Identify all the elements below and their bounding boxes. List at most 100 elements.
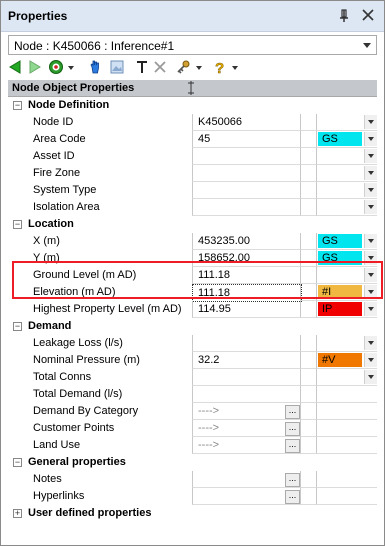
category-user-defined-properties[interactable]: + User defined properties — [8, 505, 377, 522]
property-value[interactable] — [192, 182, 301, 199]
property-name: Demand By Category — [33, 405, 139, 417]
row-leakage-loss[interactable]: Leakage Loss (l/s) — [8, 335, 377, 352]
row-hyperlinks[interactable]: Hyperlinks ... — [8, 488, 377, 505]
row-land-use[interactable]: Land Use ---->... — [8, 437, 377, 454]
help-dropdown-arrow[interactable] — [232, 66, 238, 70]
meta-cell[interactable] — [316, 199, 377, 216]
ellipsis-button[interactable]: ... — [285, 490, 300, 504]
property-value[interactable] — [192, 148, 301, 165]
spacer-cell — [300, 352, 317, 369]
meta-cell — [316, 471, 377, 488]
property-value[interactable]: 453235.00 — [192, 233, 301, 250]
chevron-down-icon[interactable] — [364, 166, 377, 180]
spacer-cell — [300, 471, 317, 488]
row-fire-zone[interactable]: Fire Zone — [8, 165, 377, 182]
chevron-down-icon[interactable] — [364, 115, 377, 129]
chevron-down-icon[interactable] — [364, 132, 377, 146]
delete-x-icon[interactable] — [151, 58, 169, 76]
expand-icon[interactable]: + — [13, 509, 22, 518]
collapse-icon[interactable]: − — [13, 220, 22, 229]
chevron-down-icon[interactable] — [364, 353, 377, 367]
image-icon[interactable] — [108, 58, 126, 76]
value-text: 32.2 — [198, 354, 220, 366]
chevron-down-icon[interactable] — [364, 149, 377, 163]
text-tool-icon[interactable] — [133, 58, 151, 76]
chevron-down-icon[interactable] — [364, 234, 377, 248]
close-icon[interactable] — [360, 7, 376, 23]
property-value[interactable] — [192, 369, 301, 386]
property-name: Hyperlinks — [33, 490, 85, 502]
meta-cell[interactable] — [316, 148, 377, 165]
pin-icon[interactable] — [336, 8, 352, 24]
meta-cell[interactable]: IP — [316, 301, 377, 318]
chevron-down-icon[interactable] — [364, 370, 377, 384]
row-area-code[interactable]: Area Code 45 GS — [8, 131, 377, 148]
target-dropdown-arrow[interactable] — [68, 66, 74, 70]
column-resize-handle[interactable] — [187, 80, 195, 96]
property-value[interactable] — [192, 165, 301, 182]
row-total-conns[interactable]: Total Conns — [8, 369, 377, 386]
object-selector-dropdown[interactable]: Node : K450066 : Inference#1 — [8, 35, 377, 55]
property-value[interactable] — [192, 335, 301, 352]
row-notes[interactable]: Notes ... — [8, 471, 377, 488]
property-value[interactable]: 45 — [192, 131, 301, 148]
property-value[interactable]: 114.95 — [192, 301, 301, 318]
chevron-down-icon[interactable] — [364, 336, 377, 350]
meta-cell[interactable]: #V — [316, 352, 377, 369]
ellipsis-button[interactable]: ... — [285, 405, 300, 419]
spacer-cell — [300, 437, 317, 454]
category-demand[interactable]: − Demand — [8, 318, 377, 335]
property-name: Node ID — [33, 116, 74, 128]
chevron-down-icon[interactable] — [364, 183, 377, 197]
spacer-cell — [300, 386, 317, 403]
category-label: User defined properties — [28, 507, 152, 519]
property-value[interactable]: ... — [192, 471, 301, 488]
row-isolation-area[interactable]: Isolation Area — [8, 199, 377, 216]
property-value[interactable]: 32.2 — [192, 352, 301, 369]
ellipsis-button[interactable]: ... — [285, 473, 300, 487]
meta-cell[interactable]: GS — [316, 131, 377, 148]
forward-arrow-icon[interactable] — [26, 58, 44, 76]
row-demand-by-category[interactable]: Demand By Category ---->... — [8, 403, 377, 420]
value-text: K450066 — [198, 116, 243, 128]
back-arrow-icon[interactable] — [6, 58, 24, 76]
meta-cell[interactable] — [316, 114, 377, 131]
meta-cell[interactable] — [316, 335, 377, 352]
row-system-type[interactable]: System Type — [8, 182, 377, 199]
row-node-id[interactable]: Node ID K450066 — [8, 114, 377, 131]
key-dropdown-arrow[interactable] — [196, 66, 202, 70]
meta-cell[interactable] — [316, 165, 377, 182]
meta-cell[interactable]: GS — [316, 233, 377, 250]
ellipsis-button[interactable]: ... — [285, 439, 300, 453]
row-customer-points[interactable]: Customer Points ---->... — [8, 420, 377, 437]
meta-cell — [316, 386, 377, 403]
row-asset-id[interactable]: Asset ID — [8, 148, 377, 165]
key-icon[interactable] — [174, 58, 192, 76]
help-question-icon[interactable]: ? — [210, 58, 228, 76]
chevron-down-icon[interactable] — [364, 200, 377, 214]
row-highest-property-level[interactable]: Highest Property Level (m AD) 114.95 IP — [8, 301, 377, 318]
category-general-properties[interactable]: − General properties — [8, 454, 377, 471]
property-value[interactable]: ---->... — [192, 437, 301, 454]
property-value[interactable]: ---->... — [192, 403, 301, 420]
property-value[interactable]: ... — [192, 488, 301, 505]
category-node-definition[interactable]: − Node Definition — [8, 97, 377, 114]
row-nominal-pressure[interactable]: Nominal Pressure (m) 32.2 #V — [8, 352, 377, 369]
property-value[interactable] — [192, 386, 301, 403]
property-value[interactable]: ---->... — [192, 420, 301, 437]
collapse-icon[interactable]: − — [13, 322, 22, 331]
meta-cell[interactable] — [316, 369, 377, 386]
target-icon[interactable] — [47, 58, 65, 76]
category-location[interactable]: − Location — [8, 216, 377, 233]
property-value[interactable] — [192, 199, 301, 216]
row-x[interactable]: X (m) 453235.00 GS — [8, 233, 377, 250]
chevron-down-icon[interactable] — [364, 302, 377, 316]
collapse-icon[interactable]: − — [13, 458, 22, 467]
hand-pointer-icon[interactable] — [86, 58, 104, 76]
collapse-icon[interactable]: − — [13, 101, 22, 110]
row-total-demand[interactable]: Total Demand (l/s) — [8, 386, 377, 403]
meta-cell[interactable] — [316, 182, 377, 199]
ellipsis-button[interactable]: ... — [285, 422, 300, 436]
spacer-cell — [300, 335, 317, 352]
property-value[interactable]: K450066 — [192, 114, 301, 131]
